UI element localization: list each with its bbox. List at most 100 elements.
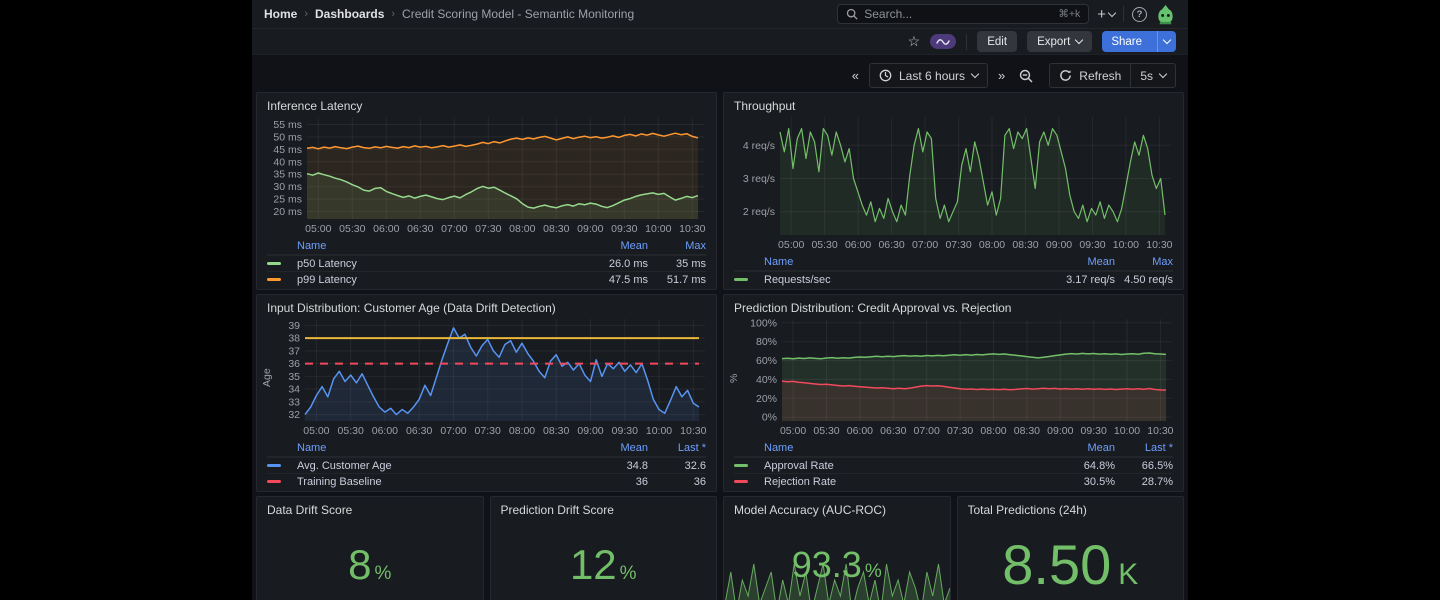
- legend-header-last[interactable]: Last *: [648, 442, 706, 454]
- svg-text:100%: 100%: [750, 319, 777, 329]
- svg-text:30 ms: 30 ms: [273, 181, 302, 193]
- legend-row: Approval Rate 64.8% 66.5%: [734, 457, 1173, 473]
- legend-mean-value: 36: [564, 476, 648, 488]
- help-icon[interactable]: ?: [1132, 7, 1147, 22]
- svg-text:09:30: 09:30: [612, 425, 638, 437]
- legend-last-value: 66.5%: [1115, 460, 1173, 472]
- series-marker: [267, 262, 281, 265]
- svg-text:37: 37: [288, 345, 300, 357]
- series-marker: [267, 480, 281, 483]
- legend-max-value: 51.7 ms: [648, 274, 706, 286]
- svg-text:05:30: 05:30: [811, 239, 837, 251]
- edit-button[interactable]: Edit: [977, 31, 1017, 52]
- breadcrumb-dashboard-title: Credit Scoring Model - Semantic Monitori…: [402, 7, 634, 21]
- panel-title[interactable]: Prediction Distribution: Credit Approval…: [734, 301, 1173, 319]
- svg-text:35 ms: 35 ms: [273, 169, 302, 181]
- svg-text:4 req/s: 4 req/s: [743, 140, 775, 152]
- breadcrumb-home[interactable]: Home: [264, 7, 297, 21]
- dashboard-toolbar: ☆ Edit Export Share: [252, 29, 1188, 55]
- series-marker: [734, 278, 748, 281]
- zoom-out-button[interactable]: [1015, 69, 1037, 83]
- share-button[interactable]: Share: [1102, 31, 1151, 52]
- legend-mean-value: 26.0 ms: [564, 258, 648, 270]
- throughput-chart[interactable]: 4 req/s3 req/s2 req/s05:0005:3006:0006:3…: [734, 117, 1173, 251]
- svg-text:09:00: 09:00: [1046, 239, 1072, 251]
- legend-series-name[interactable]: Avg. Customer Age: [297, 460, 564, 472]
- y-axis-label: Age: [267, 319, 281, 437]
- customer-age-chart[interactable]: 393837363534333205:0005:3006:0006:3007:0…: [281, 319, 706, 437]
- time-shift-forward-button[interactable]: »: [994, 68, 1009, 83]
- refresh-button[interactable]: Refresh: [1050, 64, 1130, 87]
- legend-header-name[interactable]: Name: [297, 240, 564, 252]
- legend-last-value: 32.6: [648, 460, 706, 472]
- svg-text:33: 33: [288, 396, 300, 408]
- svg-text:2 req/s: 2 req/s: [743, 206, 775, 218]
- svg-text:07:00: 07:00: [440, 425, 466, 437]
- legend-header-mean[interactable]: Mean: [1031, 442, 1115, 454]
- legend-header-mean[interactable]: Mean: [564, 240, 648, 252]
- svg-text:25 ms: 25 ms: [273, 194, 302, 206]
- dashboard-grid: Inference Latency 55 ms50 ms45 ms40 ms35…: [256, 92, 1184, 600]
- stat-value: 93.3%: [792, 547, 882, 583]
- search-shortcut: ⌘+k: [1058, 8, 1080, 20]
- panel-title[interactable]: Input Distribution: Customer Age (Data D…: [267, 301, 706, 319]
- legend-header-name[interactable]: Name: [764, 256, 1031, 268]
- legend-series-name[interactable]: Training Baseline: [297, 476, 564, 488]
- star-icon[interactable]: ☆: [908, 33, 921, 50]
- svg-text:10:00: 10:00: [1114, 425, 1140, 437]
- legend-last-value: 28.7%: [1115, 476, 1173, 488]
- legend-header-name[interactable]: Name: [764, 442, 1031, 454]
- time-controls: « Last 6 hours » Refresh 5s: [252, 55, 1188, 94]
- svg-text:05:00: 05:00: [780, 425, 806, 437]
- export-button[interactable]: Export: [1027, 31, 1092, 52]
- assistant-button[interactable]: [930, 34, 956, 49]
- legend-header-max[interactable]: Max: [1115, 256, 1173, 268]
- legend-series-name[interactable]: Approval Rate: [764, 460, 1031, 472]
- search-input[interactable]: Search... ⌘+k: [837, 4, 1089, 24]
- svg-text:06:00: 06:00: [845, 239, 871, 251]
- legend-header-last[interactable]: Last *: [1115, 442, 1173, 454]
- add-new-button[interactable]: +: [1097, 7, 1115, 22]
- svg-text:40 ms: 40 ms: [273, 156, 302, 168]
- zoom-out-icon: [1019, 69, 1033, 83]
- legend-header-name[interactable]: Name: [297, 442, 564, 454]
- chevron-down-icon: [1108, 8, 1116, 16]
- legend-row: Avg. Customer Age 34.8 32.6: [267, 457, 706, 473]
- svg-text:07:00: 07:00: [914, 425, 940, 437]
- prediction-chart[interactable]: 100%80%60%40%20%0%05:0005:3006:0006:3007…: [748, 319, 1173, 437]
- refresh-interval-picker[interactable]: 5s: [1130, 64, 1175, 87]
- svg-text:06:00: 06:00: [372, 425, 398, 437]
- chevron-down-icon: [1159, 70, 1167, 78]
- legend-series-name[interactable]: p99 Latency: [297, 274, 564, 286]
- share-menu-button[interactable]: [1157, 31, 1176, 52]
- legend-header-mean[interactable]: Mean: [564, 442, 648, 454]
- svg-text:07:30: 07:30: [475, 223, 501, 235]
- legend-header-mean[interactable]: Mean: [1031, 256, 1115, 268]
- svg-text:80%: 80%: [756, 336, 777, 348]
- time-range-picker[interactable]: Last 6 hours: [869, 63, 988, 88]
- legend-series-name[interactable]: Rejection Rate: [764, 476, 1031, 488]
- legend-header-max[interactable]: Max: [648, 240, 706, 252]
- user-avatar[interactable]: [1155, 4, 1176, 25]
- stat-value: 12%: [570, 544, 637, 586]
- svg-text:40%: 40%: [756, 374, 777, 386]
- time-range-label: Last 6 hours: [899, 69, 965, 83]
- svg-text:09:30: 09:30: [1079, 239, 1105, 251]
- legend-max-value: 4.50 req/s: [1115, 274, 1173, 286]
- legend-series-name[interactable]: Requests/sec: [764, 274, 1031, 286]
- svg-text:07:30: 07:30: [475, 425, 501, 437]
- svg-text:05:30: 05:30: [813, 425, 839, 437]
- svg-text:10:30: 10:30: [1146, 239, 1172, 251]
- legend-series-name[interactable]: p50 Latency: [297, 258, 564, 270]
- time-shift-back-button[interactable]: «: [848, 68, 863, 83]
- panel-title[interactable]: Throughput: [734, 99, 1173, 117]
- svg-text:07:00: 07:00: [912, 239, 938, 251]
- top-navbar: Home › Dashboards › Credit Scoring Model…: [252, 0, 1188, 29]
- latency-chart[interactable]: 55 ms50 ms45 ms40 ms35 ms30 ms25 ms20 ms…: [267, 117, 706, 235]
- svg-text:10:30: 10:30: [1147, 425, 1173, 437]
- breadcrumb-dashboards[interactable]: Dashboards: [315, 7, 384, 21]
- divider: [1123, 6, 1124, 22]
- panel-title[interactable]: Inference Latency: [267, 99, 706, 117]
- svg-text:07:30: 07:30: [947, 425, 973, 437]
- svg-text:08:00: 08:00: [979, 239, 1005, 251]
